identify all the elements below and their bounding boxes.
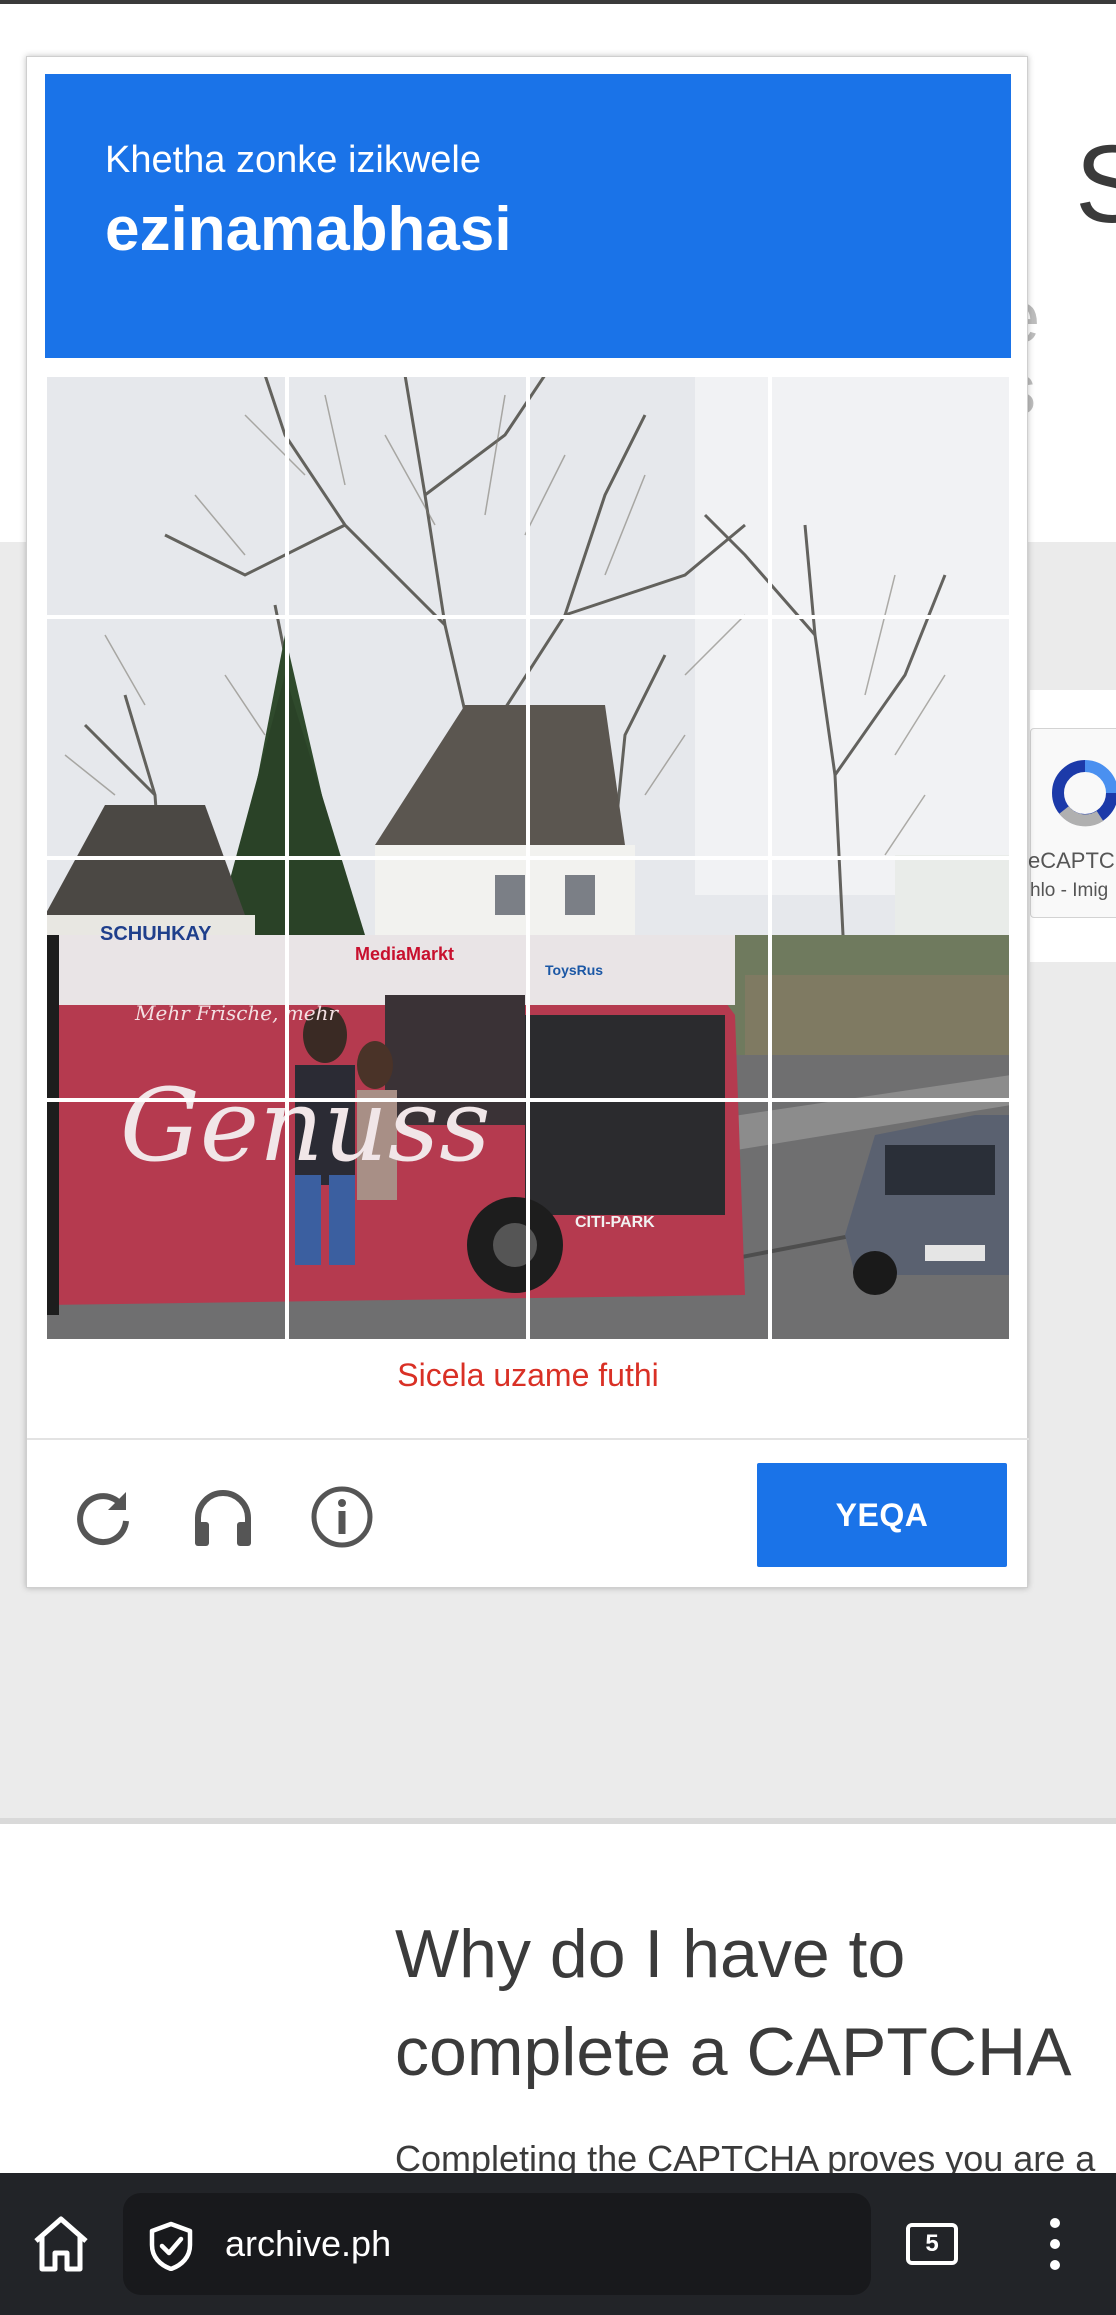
shield-check-icon	[149, 2221, 193, 2271]
captcha-tile[interactable]	[286, 1099, 528, 1341]
overflow-menu-icon[interactable]	[1046, 2215, 1064, 2273]
why-heading-line-2: complete a CAPTCHA	[395, 2014, 1072, 2090]
captcha-tile[interactable]	[769, 1099, 1011, 1341]
captcha-tile[interactable]	[45, 375, 287, 617]
section-divider	[0, 1818, 1116, 1824]
page-title-fragment: S	[1075, 123, 1116, 246]
captcha-target-object: ezinamabhasi	[105, 195, 512, 264]
captcha-footer: YEQA	[27, 1440, 1029, 1589]
info-icon[interactable]	[309, 1484, 375, 1550]
captcha-instruction: Khetha zonke izikwele	[105, 139, 481, 181]
captcha-tile-grid	[45, 375, 1011, 1341]
captcha-tile[interactable]	[528, 375, 770, 617]
captcha-header: Khetha zonke izikwele ezinamabhasi	[45, 74, 1011, 358]
recaptcha-logo-icon	[1052, 760, 1116, 827]
captcha-tile[interactable]	[528, 616, 770, 858]
captcha-error-message: Sicela uzame futhi	[397, 1357, 659, 1393]
captcha-tile[interactable]	[45, 616, 287, 858]
address-bar-url: archive.ph	[225, 2223, 392, 2264]
home-icon[interactable]	[30, 2213, 92, 2275]
captcha-tile[interactable]	[528, 858, 770, 1100]
captcha-dialog: Khetha zonke izikwele ezinamabhasi SCHUH…	[26, 56, 1029, 1589]
headphones-icon[interactable]	[190, 1484, 256, 1550]
address-bar[interactable]: archive.ph	[123, 2193, 871, 2295]
recaptcha-widget-links: hlo - Imig	[1030, 880, 1109, 901]
captcha-tile[interactable]	[769, 616, 1011, 858]
reload-icon[interactable]	[70, 1484, 136, 1550]
why-heading-line-1: Why do I have to	[395, 1916, 906, 1992]
captcha-tile[interactable]	[286, 375, 528, 617]
captcha-tile[interactable]	[45, 858, 287, 1100]
captcha-tile[interactable]	[769, 375, 1011, 617]
captcha-tile[interactable]	[286, 616, 528, 858]
browser-bottom-bar: archive.ph 5	[0, 2173, 1116, 2315]
tab-switcher-button[interactable]: 5	[906, 2223, 958, 2265]
captcha-image: SCHUHKAY MediaMarkt ToysRus Mehr Frische…	[45, 375, 1011, 1341]
captcha-tile[interactable]	[286, 858, 528, 1100]
screen: S e s eCAPTC hlo - Imig Why do I have to…	[0, 0, 1116, 2315]
captcha-tile[interactable]	[45, 1099, 287, 1341]
why-heading: Why do I have to complete a CAPTCHA	[395, 1905, 1116, 2101]
captcha-tile[interactable]	[528, 1099, 770, 1341]
recaptcha-widget-brand: eCAPTC	[1028, 848, 1115, 873]
verify-button[interactable]: YEQA	[757, 1463, 1007, 1567]
captcha-tile[interactable]	[769, 858, 1011, 1100]
